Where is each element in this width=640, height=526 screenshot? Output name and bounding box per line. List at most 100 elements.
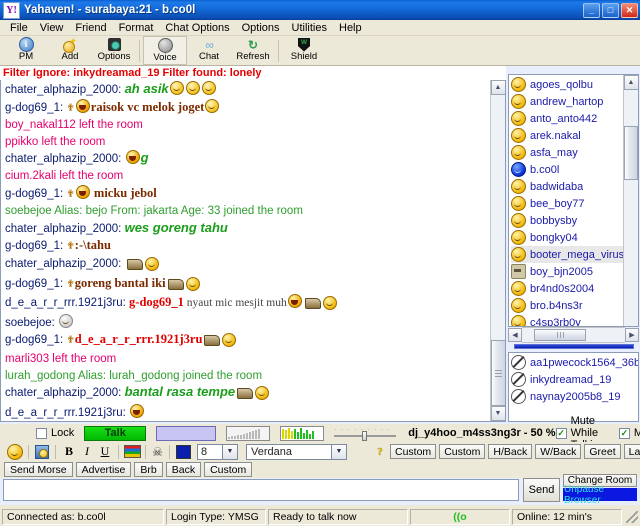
volume-slider[interactable]: · · · · · · · · · ·: [334, 426, 397, 441]
rainbow-text-icon[interactable]: [123, 443, 141, 460]
user-list-item[interactable]: badwidaba: [511, 178, 623, 195]
macro-button-laugh[interactable]: Laugh: [623, 444, 640, 459]
ignore-list-item[interactable]: aa1pwecock1564_36b: [511, 354, 638, 371]
chat-line-nick[interactable]: chater_alphazip_2000:: [5, 387, 125, 399]
mute-while-talking-checkbox[interactable]: ✓: [555, 427, 567, 439]
chat-line-nick[interactable]: soebejoe:: [5, 317, 58, 329]
smiley-picker-icon[interactable]: [6, 443, 24, 460]
userlist-hscroll-right-icon[interactable]: ▶: [625, 328, 639, 342]
toolbar-button-options[interactable]: Options: [92, 36, 136, 65]
chat-scrollbar[interactable]: ▲ ▼: [490, 80, 505, 421]
talk-button[interactable]: Talk: [84, 425, 147, 441]
macro-button-custom-1[interactable]: Custom: [390, 444, 437, 459]
chat-scroll-up-icon[interactable]: ▲: [490, 80, 505, 95]
italic-button[interactable]: I: [78, 443, 96, 460]
macro-button-greet[interactable]: Greet: [584, 444, 621, 459]
mute-checkbox[interactable]: ✓: [618, 427, 630, 439]
toolbar-button-refresh[interactable]: ↻ Refresh: [231, 36, 275, 65]
ignore-list-item[interactable]: inkydreamad_19: [511, 371, 638, 388]
user-list-item[interactable]: bro.b4ns3r: [511, 297, 623, 314]
unpause-browser-button[interactable]: Unpause Browser: [563, 484, 637, 506]
chat-line-nick[interactable]: g-dog69_1:: [5, 188, 66, 200]
user-list-scrollbar[interactable]: ▲: [623, 75, 638, 326]
chat-line-mention[interactable]: g-dog69_1: [129, 295, 184, 309]
chat-line-nick[interactable]: ppikko: [5, 136, 38, 148]
user-list-item[interactable]: b.co0l: [511, 161, 623, 178]
mute-group[interactable]: ✓ Mute: [618, 427, 640, 439]
custom-button[interactable]: Custom: [204, 462, 253, 477]
text-color-swatch[interactable]: [176, 444, 191, 459]
chat-line-nick[interactable]: cium.2kali: [5, 170, 56, 182]
userlist-scroll-thumb[interactable]: [624, 126, 638, 180]
user-list-item[interactable]: arek.nakal: [511, 127, 623, 144]
user-list-item[interactable]: br4nd0s2004: [511, 280, 623, 297]
macro-button-hback[interactable]: H/Back: [488, 444, 533, 459]
toolbar-button-chat[interactable]: ∞ Chat: [187, 36, 231, 65]
menu-item-file[interactable]: File: [4, 21, 34, 35]
menu-item-utilities[interactable]: Utilities: [286, 21, 333, 35]
menu-item-help[interactable]: Help: [333, 21, 368, 35]
chat-scroll-down-icon[interactable]: ▼: [490, 406, 505, 421]
image-insert-icon[interactable]: [33, 443, 51, 460]
chat-scroll-thumb[interactable]: [490, 340, 505, 406]
user-list-item[interactable]: agoes_qolbu: [511, 76, 623, 93]
chat-line-nick[interactable]: g-dog69_1:: [5, 240, 66, 252]
userlist-hscroll-thumb[interactable]: [534, 329, 586, 341]
menu-item-options[interactable]: Options: [236, 21, 286, 35]
chat-line-nick[interactable]: lurah_godong: [5, 370, 75, 382]
lock-checkbox[interactable]: [36, 427, 47, 439]
user-list-item[interactable]: bee_boy77: [511, 195, 623, 212]
font-size-dropdown-chevron-down-icon[interactable]: ▼: [223, 443, 238, 460]
help-question-icon[interactable]: ?: [373, 445, 387, 459]
minimize-button[interactable]: _: [583, 2, 600, 18]
maximize-button[interactable]: □: [602, 2, 619, 18]
toolbar-button-add[interactable]: ✦ Add: [48, 36, 92, 65]
user-list-item[interactable]: bongky04: [511, 229, 623, 246]
user-list-item[interactable]: asfa_may: [511, 144, 623, 161]
chat-line-nick[interactable]: soebejoe: [5, 205, 52, 217]
menu-item-friend[interactable]: Friend: [69, 21, 112, 35]
menu-item-format[interactable]: Format: [113, 21, 160, 35]
message-input[interactable]: [3, 479, 519, 501]
brb-button[interactable]: Brb: [134, 462, 163, 477]
chat-line-nick[interactable]: chater_alphazip_2000:: [5, 84, 125, 96]
toolbar-button-shield[interactable]: w Shield: [282, 36, 326, 65]
user-list-item[interactable]: bobbysby: [511, 212, 623, 229]
font-family-value[interactable]: Verdana: [246, 443, 332, 460]
send-morse-button[interactable]: Send Morse: [4, 462, 73, 477]
send-button[interactable]: Send: [523, 478, 560, 502]
font-family-dropdown-chevron-down-icon[interactable]: ▼: [332, 443, 347, 460]
chat-line-nick[interactable]: chater_alphazip_2000:: [5, 153, 125, 165]
bold-button[interactable]: B: [60, 443, 78, 460]
userlist-hscroll-left-icon[interactable]: ◀: [508, 328, 522, 342]
chat-line-nick[interactable]: d_e_a_r_r_rrr.1921j3ru:: [5, 407, 129, 419]
resize-grip[interactable]: [626, 510, 638, 523]
volume-slider-knob[interactable]: [362, 430, 368, 441]
user-list-item[interactable]: anto_anto442: [511, 110, 623, 127]
user-list-hscrollbar[interactable]: ◀ ▶: [508, 327, 639, 343]
lock-checkbox-group[interactable]: Lock: [36, 427, 74, 439]
skull-icon[interactable]: ☠: [150, 445, 165, 459]
font-size-value[interactable]: 8: [197, 443, 223, 460]
ignore-list-item[interactable]: naynay2005b8_19: [511, 388, 638, 405]
underline-button[interactable]: U: [96, 443, 114, 460]
chat-line-nick[interactable]: g-dog69_1:: [5, 102, 66, 114]
chat-line-nick[interactable]: g-dog69_1:: [5, 334, 66, 346]
toolbar-button-pm[interactable]: i PM: [4, 36, 48, 65]
user-list-item[interactable]: boy_bjn2005: [511, 263, 623, 280]
userlist-scroll-up-icon[interactable]: ▲: [623, 75, 638, 90]
close-button[interactable]: ✕: [621, 2, 638, 18]
back-button[interactable]: Back: [165, 462, 202, 477]
chat-line-nick[interactable]: marli303: [5, 353, 49, 365]
macro-button-wback[interactable]: W/Back: [535, 444, 582, 459]
chat-scroll-track[interactable]: [490, 95, 505, 340]
menu-item-chat-options[interactable]: Chat Options: [159, 21, 235, 35]
chat-line-nick[interactable]: boy_nakal112: [5, 119, 76, 131]
menu-item-view[interactable]: View: [34, 21, 70, 35]
chat-line-nick[interactable]: g-dog69_1:: [5, 278, 66, 290]
chat-line-nick[interactable]: chater_alphazip_2000:: [5, 258, 125, 270]
userlist-hscroll-track[interactable]: [522, 327, 625, 343]
toolbar-button-voice[interactable]: Voice: [143, 36, 187, 65]
user-list-item[interactable]: booter_mega_virus: [511, 246, 623, 263]
advertise-button[interactable]: Advertise: [75, 462, 132, 477]
